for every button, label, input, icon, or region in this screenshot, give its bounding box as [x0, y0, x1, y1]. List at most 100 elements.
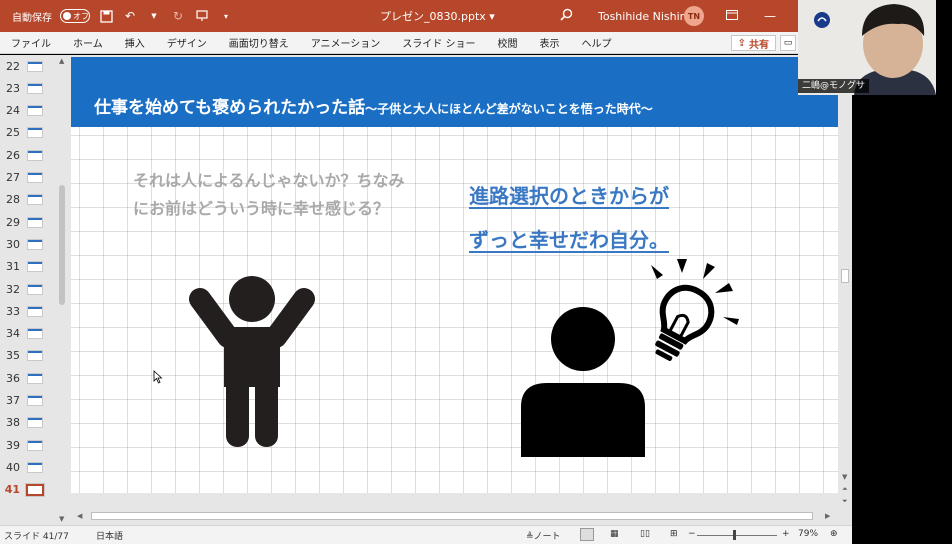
- scroll-up-icon[interactable]: ▲: [59, 57, 64, 65]
- normal-view-icon[interactable]: [580, 528, 594, 541]
- slide-thumbnail[interactable]: 31: [0, 256, 56, 278]
- presentation-icon[interactable]: [194, 8, 210, 24]
- person-icon[interactable]: [521, 307, 649, 457]
- slide-thumbnail[interactable]: 26: [0, 144, 56, 166]
- vertical-scroll-thumb[interactable]: [841, 269, 849, 283]
- previous-slide-icon[interactable]: ⏶: [842, 485, 848, 494]
- share-icon: ⇪: [737, 37, 746, 49]
- zoom-level[interactable]: 79%: [798, 529, 818, 539]
- slide-thumbnail[interactable]: 28: [0, 189, 56, 211]
- slide-thumbnail[interactable]: 32: [0, 278, 56, 300]
- scroll-down-icon[interactable]: ▼: [59, 515, 64, 523]
- tab-home[interactable]: ホーム: [62, 35, 114, 50]
- right-text-line2: ずっと幸せだわ自分。: [469, 228, 669, 252]
- minimize-icon[interactable]: —: [764, 9, 776, 23]
- next-slide-icon[interactable]: ⏷: [842, 497, 848, 506]
- slide-thumbnail[interactable]: 34: [0, 323, 56, 345]
- tab-insert[interactable]: 挿入: [114, 35, 156, 50]
- scroll-left-icon[interactable]: ◀: [77, 512, 82, 520]
- horizontal-scroll-thumb[interactable]: [91, 512, 813, 520]
- chevron-down-icon[interactable]: ▼: [146, 8, 162, 24]
- tab-file[interactable]: ファイル: [0, 35, 62, 50]
- slide-thumbnail[interactable]: 38: [0, 412, 56, 434]
- slide-thumbnail-image: [28, 262, 42, 272]
- redo-icon[interactable]: ↻: [170, 8, 186, 24]
- slideshow-icon[interactable]: ⊞: [670, 529, 678, 539]
- slide-thumbnail[interactable]: 22: [0, 55, 56, 77]
- slide-thumbnail[interactable]: 37: [0, 390, 56, 412]
- reading-view-icon[interactable]: ▯▯: [640, 529, 650, 539]
- status-bar: スライド 41/77 日本語 ≜ノート ▦ ▯▯ ⊞ − + 79% ⊕: [0, 525, 852, 544]
- thumbnail-scrollbar[interactable]: ▲ ▼: [57, 55, 67, 525]
- title-bar: 自動保存 オフ ↶ ▼ ↻ ▾ プレゼン_0830.pptx ▾ Toshihi…: [0, 0, 798, 32]
- slide-thumbnail-image: [28, 284, 42, 294]
- slide-thumbnail[interactable]: 30: [0, 233, 56, 255]
- zoom-slider-track[interactable]: [697, 535, 777, 536]
- slide-thumbnail[interactable]: 23: [0, 77, 56, 99]
- zoom-out-icon[interactable]: −: [688, 529, 696, 539]
- slide-canvas[interactable]: 仕事を始めても褒められたかった話〜子供と大人にほとんど差がないことを悟った時代〜…: [71, 57, 838, 493]
- notes-button[interactable]: ≜ノート: [526, 529, 561, 542]
- slide-thumbnail[interactable]: 35: [0, 345, 56, 367]
- undo-icon[interactable]: ↶: [122, 8, 138, 24]
- slide-thumbnail-image: [28, 195, 42, 205]
- customize-quick-access-icon[interactable]: ▾: [218, 8, 234, 24]
- save-icon[interactable]: [98, 8, 114, 24]
- slide-thumbnail[interactable]: 29: [0, 211, 56, 233]
- slide-thumbnail-number: 28: [6, 193, 20, 207]
- right-text-box[interactable]: 進路選択のときからが ずっと幸せだわ自分。: [469, 174, 749, 262]
- slide-thumbnail-image: [28, 106, 42, 116]
- tab-animations[interactable]: アニメーション: [300, 35, 392, 50]
- tab-transitions[interactable]: 画面切り替え: [218, 35, 300, 50]
- ribbon-display-icon[interactable]: [726, 9, 738, 23]
- slide-thumbnail[interactable]: 40: [0, 456, 56, 478]
- slide-thumbnail[interactable]: 39: [0, 434, 56, 456]
- slide-thumbnail[interactable]: 27: [0, 167, 56, 189]
- slide-thumbnail[interactable]: 36: [0, 367, 56, 389]
- tab-help[interactable]: ヘルプ: [571, 35, 623, 50]
- slide-thumbnail-image: [28, 440, 42, 450]
- slide-thumbnail-image: [28, 61, 42, 71]
- slide-sorter-icon[interactable]: ▦: [610, 529, 619, 539]
- search-icon[interactable]: [560, 8, 573, 24]
- tab-design[interactable]: デザイン: [156, 35, 218, 50]
- fit-slide-icon[interactable]: ⊕: [830, 529, 838, 539]
- slide-thumbnail[interactable]: 25: [0, 122, 56, 144]
- slide-title[interactable]: 仕事を始めても褒められたかった話〜子供と大人にほとんど差がないことを悟った時代〜: [94, 93, 653, 118]
- mouse-cursor-icon: [153, 370, 163, 384]
- child-arms-up-icon[interactable]: [188, 275, 318, 455]
- slide-thumbnail-number: 35: [6, 349, 20, 363]
- tab-review[interactable]: 校閲: [487, 35, 529, 50]
- slide-thumbnail[interactable]: 33: [0, 300, 56, 322]
- tab-view[interactable]: 表示: [529, 35, 571, 50]
- scroll-down-icon[interactable]: ▼: [842, 473, 847, 481]
- slide-thumbnail[interactable]: 41: [0, 479, 56, 501]
- slide-title-sub: 〜子供と大人にほとんど差がないことを悟った時代〜: [365, 102, 653, 116]
- slide-title-main: 仕事を始めても褒められたかった話: [94, 98, 366, 118]
- slide-thumbnail-image: [28, 373, 42, 383]
- slide-thumbnail-number: 31: [6, 260, 20, 274]
- horizontal-scrollbar[interactable]: ◀ ▶: [71, 510, 838, 522]
- vertical-scrollbar[interactable]: ▲ ▼ ⏶ ⏷: [838, 55, 852, 525]
- slide-counter: スライド 41/77: [4, 532, 69, 542]
- slide-thumbnail-image: [28, 150, 42, 160]
- light-bulb-icon[interactable]: [641, 257, 745, 377]
- scroll-right-icon[interactable]: ▶: [825, 512, 830, 520]
- file-name[interactable]: プレゼン_0830.pptx ▾: [380, 8, 495, 24]
- slide-thumbnail-number: 41: [4, 483, 20, 497]
- language-indicator[interactable]: 日本語: [96, 529, 123, 542]
- slide-thumbnail-image: [28, 173, 42, 182]
- slide-thumbnail-image: [26, 483, 44, 496]
- zoom-in-icon[interactable]: +: [782, 529, 790, 539]
- slide-thumbnail[interactable]: 24: [0, 100, 56, 122]
- avatar[interactable]: TN: [684, 6, 704, 26]
- share-button[interactable]: ⇪ 共有: [730, 35, 776, 51]
- tab-slideshow[interactable]: スライド ショー: [391, 35, 486, 50]
- slide-thumbnail-number: 23: [6, 81, 20, 95]
- thumbnail-scroll-thumb[interactable]: [59, 185, 65, 305]
- zoom-slider-knob[interactable]: [733, 530, 736, 540]
- comment-icon[interactable]: ▭: [780, 35, 796, 51]
- autosave-toggle[interactable]: オフ: [60, 9, 90, 23]
- left-text-box[interactable]: それは人によるんじゃないか？ちなみにお前はどういう時に幸せ感じる？: [133, 167, 413, 223]
- slide-thumbnail-number: 33: [6, 304, 20, 318]
